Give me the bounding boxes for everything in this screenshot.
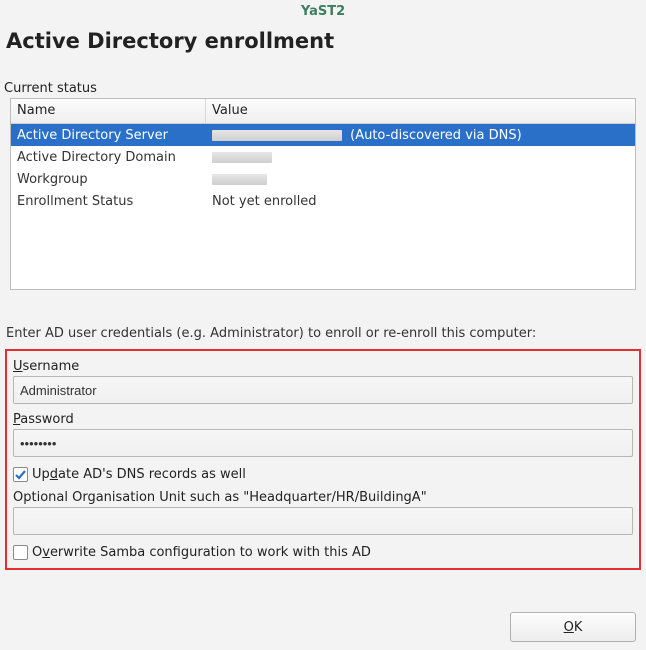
table-row[interactable]: Workgroup: [11, 168, 635, 190]
current-status-label: Current status: [0, 67, 646, 98]
cell-value: [206, 148, 635, 167]
cell-name: Active Directory Server: [11, 126, 206, 145]
page-title: Active Directory enrollment: [0, 21, 646, 67]
overwrite-samba-label: Overwrite Samba configuration to work wi…: [32, 545, 371, 560]
table-row[interactable]: Active Directory Domain: [11, 146, 635, 168]
cell-name: Active Directory Domain: [11, 148, 206, 167]
ou-label: Optional Organisation Unit such as "Head…: [13, 488, 633, 507]
cell-value: [206, 170, 635, 189]
cell-value: Not yet enrolled: [206, 192, 635, 211]
credentials-helper-text: Enter AD user credentials (e.g. Administ…: [0, 290, 646, 347]
redacted-value: [212, 130, 342, 141]
enroll-form-highlight: Username Password Update AD's DNS record…: [5, 349, 641, 570]
ou-input[interactable]: [13, 507, 633, 535]
cell-name: Enrollment Status: [11, 192, 206, 211]
redacted-value: [212, 152, 272, 163]
username-input[interactable]: [13, 376, 633, 404]
cell-name: Workgroup: [11, 170, 206, 189]
ok-button[interactable]: OK: [510, 612, 636, 642]
status-table[interactable]: Name Value Active Directory Server (Auto…: [10, 98, 636, 290]
cell-value: (Auto-discovered via DNS): [206, 126, 635, 145]
col-header-name[interactable]: Name: [11, 99, 206, 123]
yast-window: YaST2 Active Directory enrollment Curren…: [0, 0, 646, 650]
password-label: Password: [13, 410, 633, 429]
redacted-value: [212, 174, 267, 185]
table-row[interactable]: Active Directory Server (Auto-discovered…: [11, 124, 635, 146]
window-title: YaST2: [0, 0, 646, 21]
table-row[interactable]: Enrollment StatusNot yet enrolled: [11, 190, 635, 212]
status-table-header: Name Value: [11, 99, 635, 124]
col-header-value[interactable]: Value: [206, 99, 635, 123]
password-input[interactable]: [13, 429, 633, 457]
update-dns-checkbox[interactable]: [13, 467, 28, 482]
username-label: Username: [13, 357, 633, 376]
overwrite-samba-checkbox[interactable]: [13, 545, 28, 560]
update-dns-label: Update AD's DNS records as well: [32, 467, 246, 482]
